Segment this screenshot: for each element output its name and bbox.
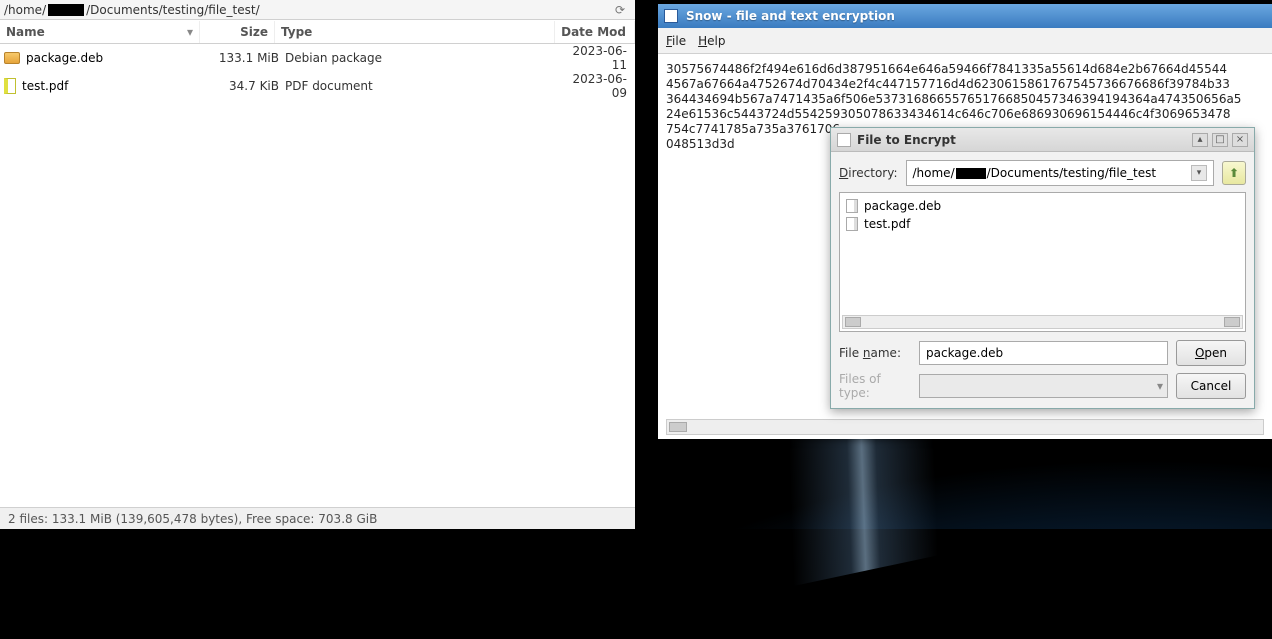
path-suffix: /Documents/testing/file_test/	[86, 3, 260, 17]
open-button[interactable]: Open	[1176, 340, 1246, 366]
list-item-name: test.pdf	[864, 217, 910, 231]
path-bar[interactable]: /home/ /Documents/testing/file_test/ ⟳	[0, 0, 635, 20]
menu-help[interactable]: Help	[698, 34, 725, 48]
refresh-icon[interactable]: ⟳	[609, 3, 631, 17]
menu-file[interactable]: File	[666, 34, 686, 48]
column-headers: Name ▾ Size Type Date Mod	[0, 20, 635, 44]
col-name-header[interactable]: Name ▾	[0, 21, 200, 43]
snow-title-text: Snow - file and text encryption	[686, 9, 895, 23]
list-item-name: package.deb	[864, 199, 941, 213]
deb-package-icon	[4, 52, 20, 64]
minimize-button[interactable]: ▴	[1192, 133, 1208, 147]
file-chooser-dialog: File to Encrypt ▴ □ × Directory: /home//…	[830, 127, 1255, 409]
dialog-title-text: File to Encrypt	[857, 133, 956, 147]
file-row[interactable]: package.deb 133.1 MiB Debian package 202…	[0, 44, 635, 72]
file-date: 2023-06-09	[559, 72, 635, 100]
path-text: /home/ /Documents/testing/file_test/	[4, 3, 260, 17]
up-directory-button[interactable]: ⬆	[1222, 161, 1246, 185]
col-size-header[interactable]: Size	[200, 21, 275, 43]
file-date: 2023-06-11	[559, 44, 635, 72]
filename-label: File name:	[839, 346, 911, 360]
file-size: 133.1 MiB	[204, 51, 279, 65]
snow-menubar: File Help	[658, 28, 1272, 54]
file-icon	[846, 217, 858, 231]
file-name: package.deb	[26, 51, 103, 65]
status-bar: 2 files: 133.1 MiB (139,605,478 bytes), …	[0, 507, 635, 529]
cancel-button[interactable]: Cancel	[1176, 373, 1246, 399]
directory-combo[interactable]: /home//Documents/testing/file_test ▾	[906, 160, 1215, 186]
filetype-combo[interactable]: ▾	[919, 374, 1168, 398]
list-item[interactable]: test.pdf	[844, 215, 1241, 233]
maximize-button[interactable]: □	[1212, 133, 1228, 147]
horizontal-scrollbar[interactable]	[666, 419, 1264, 435]
col-name-label: Name	[6, 25, 45, 39]
path-redacted	[48, 4, 84, 16]
window-controls: ▴ □ ×	[1192, 133, 1248, 147]
col-type-header[interactable]: Type	[275, 21, 555, 43]
dropdown-arrow-icon[interactable]: ▾	[1191, 165, 1207, 181]
file-list: package.deb 133.1 MiB Debian package 202…	[0, 44, 635, 507]
list-scroll-thumb-left[interactable]	[845, 317, 861, 327]
close-button[interactable]: ×	[1232, 133, 1248, 147]
dialog-titlebar[interactable]: File to Encrypt ▴ □ ×	[831, 128, 1254, 152]
dropdown-arrow-icon: ▾	[1157, 379, 1163, 393]
filename-input[interactable]	[919, 341, 1168, 365]
dialog-bottom-panel: File name: Open Files of type: ▾ Cancel	[831, 332, 1254, 408]
list-scroll-thumb-right[interactable]	[1224, 317, 1240, 327]
list-horizontal-scrollbar[interactable]	[842, 315, 1243, 329]
directory-row: Directory: /home//Documents/testing/file…	[831, 152, 1254, 192]
col-date-header[interactable]: Date Mod	[555, 21, 635, 43]
sort-desc-icon: ▾	[187, 25, 193, 39]
file-type: Debian package	[279, 51, 559, 65]
file-list-pane[interactable]: package.deb test.pdf	[839, 192, 1246, 332]
file-type: PDF document	[279, 79, 559, 93]
snow-app-icon	[664, 9, 678, 23]
directory-label: Directory:	[839, 166, 898, 180]
dir-redacted	[956, 168, 986, 179]
file-size: 34.7 KiB	[204, 79, 279, 93]
file-row[interactable]: test.pdf 34.7 KiB PDF document 2023-06-0…	[0, 72, 635, 100]
scrollbar-thumb[interactable]	[669, 422, 687, 432]
file-manager-window: /home/ /Documents/testing/file_test/ ⟳ Na…	[0, 0, 635, 529]
path-prefix: /home/	[4, 3, 46, 17]
pdf-file-icon	[4, 78, 16, 94]
file-icon	[846, 199, 858, 213]
file-name: test.pdf	[22, 79, 68, 93]
dialog-icon	[837, 133, 851, 147]
directory-path: /home//Documents/testing/file_test	[913, 166, 1157, 180]
snow-titlebar[interactable]: Snow - file and text encryption	[658, 4, 1272, 28]
list-item[interactable]: package.deb	[844, 197, 1241, 215]
filetype-label: Files of type:	[839, 372, 911, 400]
